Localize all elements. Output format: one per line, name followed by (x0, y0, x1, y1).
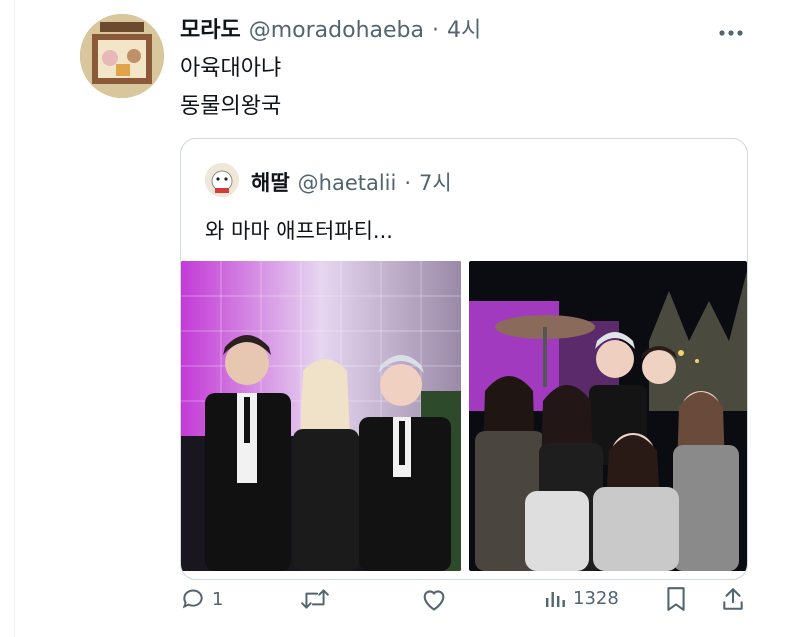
like-button[interactable] (420, 586, 454, 612)
views-icon (543, 586, 567, 610)
author-avatar[interactable] (80, 14, 164, 98)
author-name[interactable]: 모라도 (180, 12, 241, 44)
tweet-actions: 1 1328 (0, 586, 800, 626)
timeline-left-border (14, 0, 15, 637)
retweet-icon (300, 586, 330, 612)
separator-dot: · (431, 18, 439, 43)
share-button[interactable] (720, 586, 746, 612)
quoted-tweet-text: 와 마마 애프터파티... (205, 219, 393, 243)
tweet-time[interactable]: 4시 (447, 12, 481, 44)
tweet-text-line-2: 동물의왕국 (180, 94, 282, 119)
more-icon[interactable] (718, 14, 744, 44)
reply-button[interactable]: 1 (180, 586, 223, 612)
quoted-tweet[interactable]: 해딸 @haetalii · 7시 와 마마 애프터파티... (180, 138, 748, 580)
heart-icon (420, 586, 448, 612)
quoted-photo-2[interactable] (469, 261, 747, 571)
quoted-separator-dot: · (404, 171, 412, 195)
quoted-photo-1[interactable] (181, 261, 461, 571)
views-button[interactable]: 1328 (543, 586, 619, 610)
quoted-author-handle: @haetalii (297, 171, 397, 195)
tweet-text-line-1: 아육대아냐 (180, 56, 282, 81)
quoted-tweet-time: 7시 (419, 171, 452, 195)
quoted-author-name: 해딸 (251, 171, 290, 195)
reply-count: 1 (212, 588, 224, 610)
bookmark-button[interactable] (664, 586, 688, 612)
share-icon (720, 586, 746, 612)
bookmark-icon (664, 586, 688, 612)
views-count: 1328 (573, 587, 619, 609)
tweet-header: 모라도 @moradohaeba · 4시 (180, 12, 481, 44)
quoted-tweet-header: 해딸 @haetalii · 7시 (251, 167, 452, 197)
retweet-button[interactable] (300, 586, 336, 612)
reply-icon (180, 586, 206, 612)
author-handle[interactable]: @moradohaeba (249, 18, 424, 43)
quoted-author-avatar (205, 163, 239, 197)
